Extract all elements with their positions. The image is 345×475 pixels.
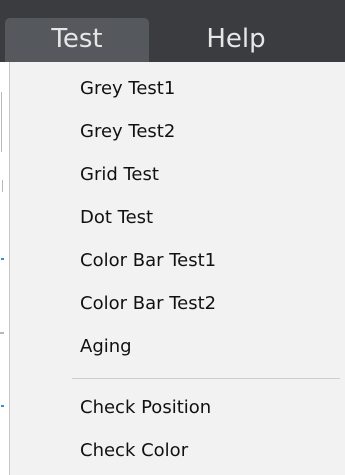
- menu-item-grey-test1[interactable]: Grey Test1: [10, 67, 344, 110]
- menu-bar: Test Help: [0, 0, 345, 62]
- menu-tab-help[interactable]: Help: [180, 18, 292, 62]
- background-window-accent: [1, 258, 4, 260]
- menu-tab-test[interactable]: Test: [5, 18, 149, 62]
- menu-separator: [72, 378, 340, 379]
- background-window-divider: [0, 332, 4, 334]
- menu-item-dot-test[interactable]: Dot Test: [10, 196, 344, 239]
- background-window-accent: [1, 405, 4, 407]
- menu-item-grey-test2[interactable]: Grey Test2: [10, 110, 344, 153]
- menu-item-grid-test[interactable]: Grid Test: [10, 153, 344, 196]
- background-window-divider: [2, 180, 3, 192]
- test-menu-dropdown: Grey Test1 Grey Test2 Grid Test Dot Test…: [9, 62, 345, 475]
- menu-item-color-bar-test1[interactable]: Color Bar Test1: [10, 239, 344, 282]
- menu-item-color-bar-test2[interactable]: Color Bar Test2: [10, 282, 344, 325]
- background-window-divider: [1, 92, 2, 152]
- menu-item-check-color[interactable]: Check Color: [10, 429, 344, 472]
- menu-item-aging[interactable]: Aging: [10, 325, 344, 368]
- background-window-edge: [0, 62, 9, 475]
- menu-item-check-position[interactable]: Check Position: [10, 386, 344, 429]
